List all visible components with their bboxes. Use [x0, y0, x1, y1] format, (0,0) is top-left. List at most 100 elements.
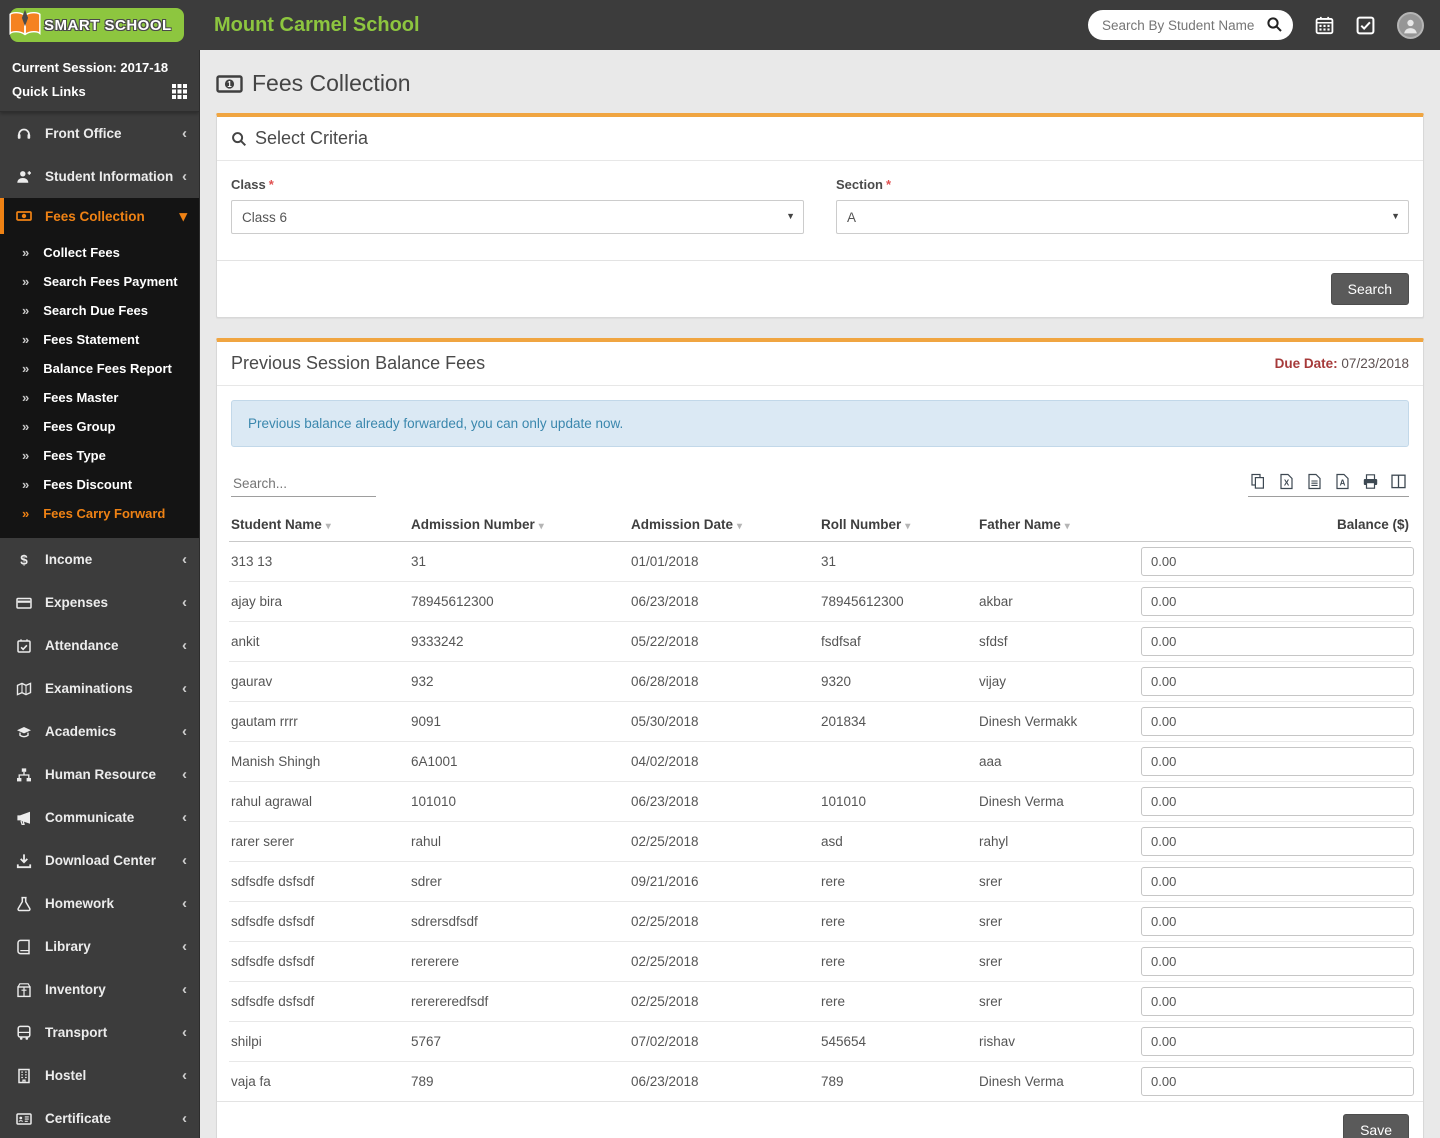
table-row: shilpi 5767 07/02/2018 545654 rishav: [229, 1022, 1414, 1062]
balance-input[interactable]: [1141, 1027, 1414, 1056]
submenu-item-search-due-fees[interactable]: » Search Due Fees: [0, 296, 199, 325]
sidebar-item-transport[interactable]: Transport ‹: [0, 1011, 199, 1054]
print-export-icon[interactable]: [1362, 473, 1379, 490]
sidebar-item-expenses[interactable]: Expenses ‹: [0, 581, 199, 624]
column-header-student-name[interactable]: Student Name ▾: [231, 517, 411, 532]
sidebar-item-library[interactable]: Library ‹: [0, 925, 199, 968]
cell-admission-number: rererere: [411, 954, 460, 969]
sidebar-item-human-resource[interactable]: Human Resource ‹: [0, 753, 199, 796]
balance-input[interactable]: [1141, 907, 1414, 936]
sidebar-item-academics[interactable]: Academics ‹: [0, 710, 199, 753]
submenu-item-label: Fees Statement: [43, 332, 140, 347]
balance-input[interactable]: [1141, 987, 1414, 1016]
csv-export-icon[interactable]: [1306, 473, 1323, 490]
cell-balance: [1141, 622, 1414, 661]
chevron-left-icon: ‹: [182, 938, 187, 955]
column-header-roll-number[interactable]: Roll Number ▾: [821, 517, 979, 532]
sidebar-item-hostel[interactable]: Hostel ‹: [0, 1054, 199, 1097]
column-header-father-name[interactable]: Father Name ▾: [979, 517, 1143, 532]
save-button[interactable]: Save: [1343, 1114, 1409, 1138]
pdf-export-icon[interactable]: A: [1334, 473, 1351, 490]
column-header-admission-number[interactable]: Admission Number ▾: [411, 517, 631, 532]
cell-balance: [1141, 942, 1414, 981]
sidebar-item-certificate[interactable]: Certificate ‹: [0, 1097, 199, 1138]
cell-father-name: Dinesh Verma: [979, 794, 1064, 809]
cell-roll-number: asd: [821, 834, 843, 849]
app-logo[interactable]: SMART SCHOOL: [0, 8, 200, 42]
excel-export-icon[interactable]: X: [1278, 473, 1295, 490]
submenu-item-collect-fees[interactable]: » Collect Fees: [0, 238, 199, 267]
balance-input[interactable]: [1141, 547, 1414, 576]
submenu-item-label: Balance Fees Report: [43, 361, 172, 376]
book-pen-icon: [6, 6, 44, 44]
calendar-icon[interactable]: [1315, 16, 1334, 35]
cell-father-name: rishav: [979, 1034, 1016, 1049]
submenu-item-fees-discount[interactable]: » Fees Discount: [0, 470, 199, 499]
sidebar-item-student-information[interactable]: Student Information ‹: [0, 155, 199, 198]
submenu-item-fees-carry-forward[interactable]: » Fees Carry Forward: [0, 499, 199, 528]
cell-admission-date: 06/23/2018: [631, 1074, 699, 1089]
search-icon[interactable]: [1266, 16, 1283, 33]
chevron-left-icon: ‹: [182, 895, 187, 912]
cell-admission-date: 02/25/2018: [631, 954, 699, 969]
cell-student-name: ankit: [231, 634, 260, 649]
sort-icon: ▾: [325, 521, 331, 532]
sidebar-item-label: Communicate: [45, 810, 135, 825]
sidebar-item-label: Hostel: [45, 1068, 87, 1083]
sidebar-item-income[interactable]: $ Income ‹: [0, 538, 199, 581]
cell-father-name: [977, 560, 1141, 564]
cell-student-name: ajay bira: [231, 594, 283, 609]
column-header-admission-date[interactable]: Admission Date ▾: [631, 517, 821, 532]
balance-input[interactable]: [1141, 587, 1414, 616]
class-select[interactable]: Class 6: [231, 200, 804, 234]
copy-export-icon[interactable]: [1250, 473, 1267, 490]
balance-input[interactable]: [1141, 947, 1414, 976]
balance-input[interactable]: [1141, 787, 1414, 816]
balance-input[interactable]: [1141, 1067, 1414, 1096]
search-button[interactable]: Search: [1330, 273, 1409, 305]
submenu-item-balance-fees-report[interactable]: » Balance Fees Report: [0, 354, 199, 383]
balance-input[interactable]: [1141, 707, 1414, 736]
sidebar-item-fees-collection[interactable]: Fees Collection ▾: [0, 198, 199, 234]
sidebar-item-communicate[interactable]: Communicate ‹: [0, 796, 199, 839]
table-row: gaurav 932 06/28/2018 9320 vijay: [229, 662, 1414, 702]
cell-father-name: srer: [979, 954, 1003, 969]
sidebar-item-inventory[interactable]: Inventory ‹: [0, 968, 199, 1011]
balance-input[interactable]: [1141, 827, 1414, 856]
sidebar-item-front-office[interactable]: Front Office ‹: [0, 112, 199, 155]
section-select[interactable]: A: [836, 200, 1409, 234]
submenu-item-fees-master[interactable]: » Fees Master: [0, 383, 199, 412]
submenu-item-label: Search Fees Payment: [43, 274, 178, 289]
columns-export-icon[interactable]: [1390, 473, 1407, 490]
submenu-item-search-fees-payment[interactable]: » Search Fees Payment: [0, 267, 199, 296]
balance-input[interactable]: [1141, 667, 1414, 696]
tasks-check-icon[interactable]: [1356, 16, 1375, 35]
table-search-input[interactable]: [231, 473, 376, 497]
chevron-left-icon: ‹: [182, 637, 187, 654]
due-date: Due Date: 07/23/2018: [1275, 356, 1409, 371]
cell-balance: [1141, 982, 1414, 1021]
balance-input[interactable]: [1141, 627, 1414, 656]
balance-input[interactable]: [1141, 867, 1414, 896]
table-row: sdfsdfe dsfsdf sdrer 09/21/2016 rere srer: [229, 862, 1414, 902]
sidebar-item-download-center[interactable]: Download Center ‹: [0, 839, 199, 882]
table-header-row: Student Name ▾ Admission Number ▾ Admission …: [229, 503, 1411, 542]
logo-pill: SMART SCHOOL: [9, 8, 184, 42]
cell-student-name: rahul agrawal: [231, 794, 313, 809]
cell-admission-number: 31: [411, 554, 427, 569]
submenu-item-fees-group[interactable]: » Fees Group: [0, 412, 199, 441]
column-header-balance: Balance ($): [1336, 517, 1409, 532]
student-search-input[interactable]: [1088, 10, 1293, 40]
cell-father-name: srer: [979, 874, 1003, 889]
sidebar-item-homework[interactable]: Homework ‹: [0, 882, 199, 925]
user-avatar[interactable]: [1397, 11, 1424, 39]
balance-input[interactable]: [1141, 747, 1414, 776]
submenu-item-fees-statement[interactable]: » Fees Statement: [0, 325, 199, 354]
submenu-item-fees-type[interactable]: » Fees Type: [0, 441, 199, 470]
due-date-value: 07/23/2018: [1341, 356, 1409, 371]
double-chevron-right-icon: »: [22, 448, 30, 463]
sidebar-item-examinations[interactable]: Examinations ‹: [0, 667, 199, 710]
sidebar-item-attendance[interactable]: Attendance ‹: [0, 624, 199, 667]
quick-links-grid-icon[interactable]: [172, 84, 187, 99]
session-block: Current Session: 2017-18 Quick Links: [0, 50, 199, 112]
